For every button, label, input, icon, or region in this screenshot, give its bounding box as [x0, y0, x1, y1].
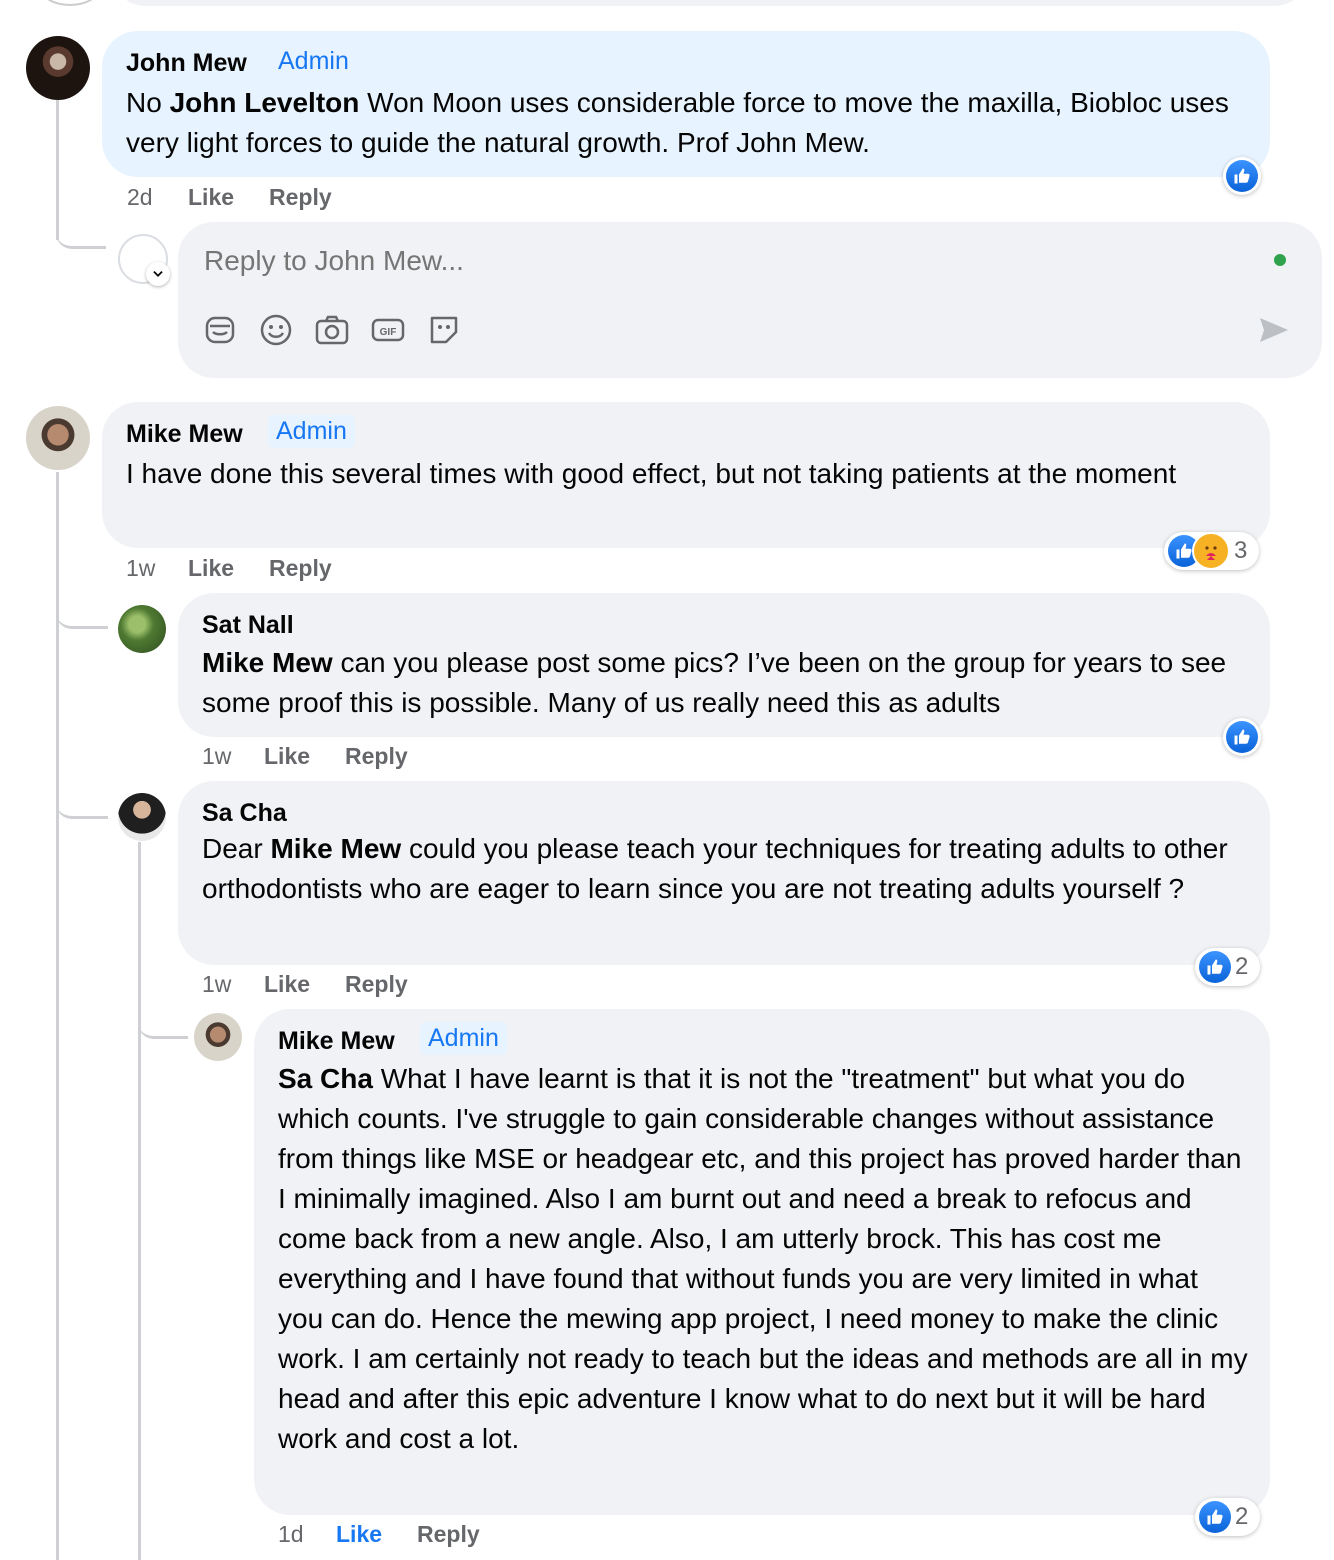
comment-time[interactable]: 1w	[202, 743, 231, 770]
like-button[interactable]: Like	[188, 555, 234, 582]
emoji-icon[interactable]	[258, 312, 294, 348]
comment-time[interactable]: 1w	[126, 555, 155, 582]
mention-link[interactable]: Sa Cha	[278, 1063, 373, 1094]
comment-author[interactable]: Mike Mew	[278, 1027, 395, 1056]
comment-text: No John Levelton Won Moon uses considera…	[126, 87, 1229, 158]
comment-text: Mike Mew can you please post some pics? …	[202, 647, 1227, 718]
reaction-count: 2	[1235, 953, 1249, 980]
comment-bubble: Mike Mew Admin Sa Cha What I have learnt…	[254, 1009, 1270, 1515]
admin-badge: Admin	[278, 47, 349, 75]
comment-author[interactable]: Sat Nall	[202, 611, 294, 640]
reaction-summary[interactable]	[1223, 718, 1261, 756]
like-button[interactable]: Like	[264, 743, 310, 770]
send-icon[interactable]	[1256, 312, 1292, 348]
comment-bubble: Mike Mew Admin I have done this several …	[102, 402, 1270, 548]
comment-author[interactable]: John Mew	[126, 49, 247, 78]
reply-button[interactable]: Reply	[269, 555, 332, 582]
comment-author[interactable]: Sa Cha	[202, 799, 287, 828]
gif-icon[interactable]: GIF	[370, 312, 406, 348]
comment-time[interactable]: 1d	[278, 1521, 304, 1548]
comment-bubble: Sat Nall Mike Mew can you please post so…	[178, 593, 1270, 737]
like-reaction-icon	[1199, 1501, 1231, 1533]
thread-elbow	[56, 770, 108, 819]
thread-elbow	[56, 580, 108, 629]
thread-line	[56, 472, 59, 1560]
avatar[interactable]	[118, 793, 166, 841]
reaction-count: 2	[1235, 1503, 1249, 1530]
avatar[interactable]	[194, 1013, 242, 1061]
care-reaction-icon	[1192, 532, 1230, 570]
previous-comment-bubble	[110, 0, 1310, 6]
mention-link[interactable]: John Levelton	[170, 87, 360, 118]
admin-badge: Admin	[420, 1022, 507, 1055]
reaction-summary[interactable]: 3	[1164, 532, 1260, 570]
thread-line	[138, 842, 141, 1560]
like-reaction-icon	[1226, 160, 1258, 192]
reply-input[interactable]	[202, 238, 1206, 284]
reply-button[interactable]: Reply	[345, 971, 408, 998]
mention-link[interactable]: Mike Mew	[202, 647, 333, 678]
avatar-sticker-icon[interactable]	[202, 312, 238, 348]
reply-button[interactable]: Reply	[345, 743, 408, 770]
comment-bubble: John Mew Admin No John Levelton Won Moon…	[102, 31, 1270, 177]
reaction-summary[interactable]: 2	[1195, 1498, 1261, 1536]
like-button[interactable]: Like	[188, 184, 234, 211]
comment-text: Dear Mike Mew could you please teach you…	[202, 833, 1228, 904]
like-reaction-icon	[1226, 721, 1258, 753]
thread-elbow	[138, 990, 188, 1039]
like-reaction-icon	[1199, 951, 1231, 983]
thread-elbow	[56, 200, 106, 249]
comment-time[interactable]: 2d	[127, 184, 153, 211]
online-dot	[1274, 254, 1286, 266]
reaction-summary[interactable]	[1223, 157, 1261, 195]
chevron-down-icon[interactable]	[146, 262, 170, 286]
reaction-summary[interactable]: 2	[1195, 948, 1261, 986]
admin-badge: Admin	[268, 415, 355, 448]
comment-text: I have done this several times with good…	[126, 458, 1177, 489]
camera-icon[interactable]	[314, 312, 350, 348]
mention-link[interactable]: Mike Mew	[270, 833, 401, 864]
reply-button[interactable]: Reply	[269, 184, 332, 211]
avatar[interactable]	[26, 36, 90, 100]
svg-text:GIF: GIF	[380, 327, 397, 338]
comment-text: Sa Cha What I have learnt is that it is …	[278, 1063, 1248, 1454]
like-button[interactable]: Like	[336, 1521, 382, 1548]
reply-button[interactable]: Reply	[417, 1521, 480, 1548]
sticker-icon[interactable]	[426, 312, 462, 348]
comment-time[interactable]: 1w	[202, 971, 231, 998]
avatar[interactable]	[118, 605, 166, 653]
previous-avatar	[40, 0, 100, 6]
reaction-count: 3	[1234, 537, 1248, 564]
comment-bubble: Sa Cha Dear Mike Mew could you please te…	[178, 781, 1270, 965]
avatar[interactable]	[26, 406, 90, 470]
comment-author[interactable]: Mike Mew	[126, 420, 243, 449]
like-button[interactable]: Like	[264, 971, 310, 998]
reply-composer: GIF	[178, 222, 1322, 378]
